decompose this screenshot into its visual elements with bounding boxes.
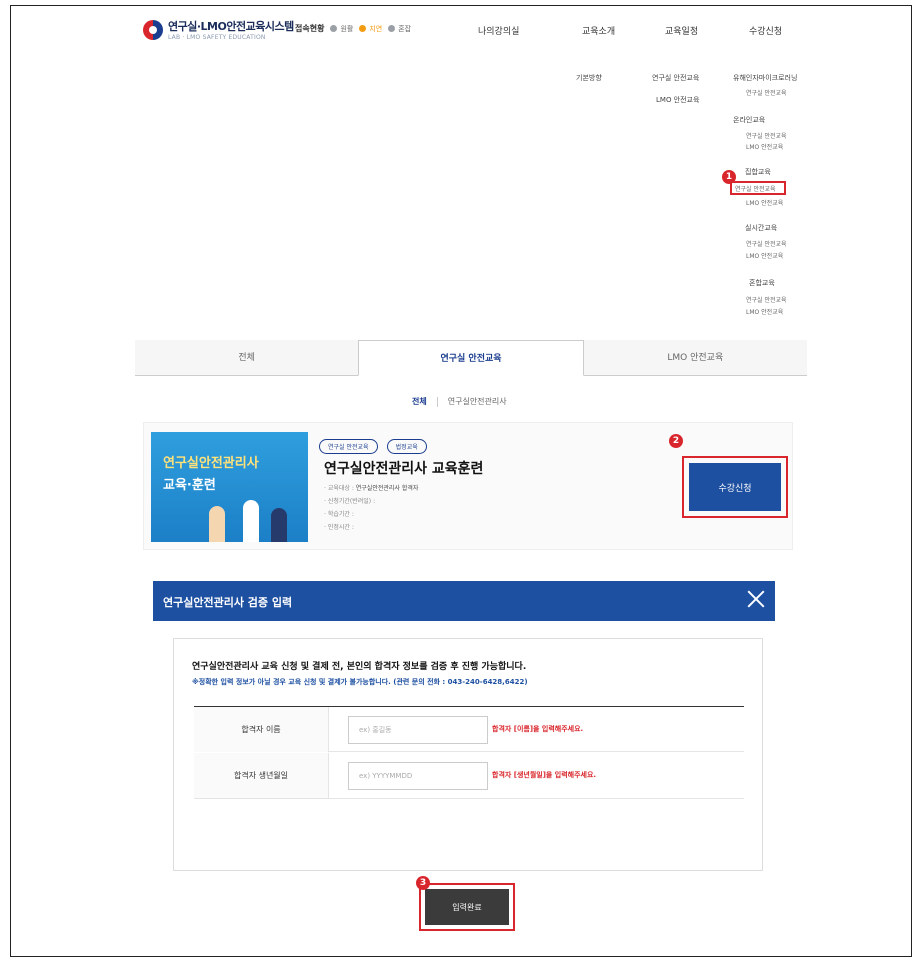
form-notice-sub: ※정확한 입력 정보가 아닐 경우 교육 신청 및 결제가 불가능합니다. (관…	[192, 678, 528, 686]
name-input[interactable]	[348, 716, 488, 744]
birthdate-hint: 합격자 [생년월일]을 입력해주세요.	[492, 771, 597, 779]
modal-title: 연구실안전관리사 검증 입력	[163, 596, 293, 609]
course-meta-hours: · 인정시간 :	[324, 524, 354, 531]
nav-intro[interactable]: 교육소개	[582, 24, 615, 37]
connection-status: 접속현황 원활 지연 혼잡	[295, 23, 417, 34]
site-header: 연구실·LMO안전교육시스템 LAB · LMO SAFETY EDUCATIO…	[135, 14, 807, 54]
dropdown-item-lab-safety[interactable]: 연구실 안전교육	[652, 73, 699, 83]
status-smooth: 원활	[330, 24, 353, 34]
dropdown-subitem[interactable]: LMO 안전교육	[746, 198, 783, 207]
course-card: 연구실안전관리사 교육·훈련 연구실 안전교육 법정교육 연구실안전관리사 교육…	[143, 422, 793, 550]
birthdate-input[interactable]	[348, 762, 488, 790]
dropdown-subitem[interactable]: LMO 안전교육	[746, 142, 783, 151]
step-badge-3: 3	[416, 876, 430, 890]
subtab-safety-manager[interactable]: 연구실안전관리사	[448, 396, 507, 407]
site-logo[interactable]: 연구실·LMO안전교육시스템 LAB · LMO SAFETY EDUCATIO…	[143, 18, 294, 41]
submit-button[interactable]: 입력완료	[425, 889, 509, 925]
status-congested: 혼잡	[388, 24, 411, 34]
nav-my-classroom[interactable]: 나의강의실	[478, 24, 519, 37]
nav-schedule[interactable]: 교육일정	[665, 24, 698, 37]
logo-title: 연구실·LMO안전교육시스템	[168, 20, 294, 33]
verification-form: 연구실안전관리사 교육 신청 및 결제 전, 본인의 합격자 정보를 검증 후 …	[173, 638, 763, 871]
status-dot-icon	[330, 25, 338, 32]
tab-all[interactable]: 전체	[135, 340, 359, 375]
course-meta-target: · 교육대상 : 연구실안전관리사 합격자	[324, 485, 419, 492]
category-tabs: 전체 연구실 안전교육 LMO 안전교육	[135, 340, 807, 376]
thumbnail-title: 연구실안전관리사	[163, 456, 259, 471]
highlight-box-step1	[730, 181, 786, 195]
course-tags: 연구실 안전교육 법정교육	[319, 434, 431, 454]
status-dot-icon	[388, 25, 396, 32]
highlight-box-step3: 입력완료	[419, 883, 515, 931]
subtab-all[interactable]: 전체	[412, 396, 427, 407]
form-row-birthdate: 합격자 생년월일 합격자 [생년월일]을 입력해주세요.	[194, 753, 744, 799]
tag-chip: 연구실 안전교육	[319, 439, 378, 454]
dropdown-group-microlearning[interactable]: 유해인자마이크로러닝	[733, 73, 797, 83]
logo-emblem-icon	[143, 19, 163, 40]
course-title[interactable]: 연구실안전관리사 교육훈련	[324, 458, 483, 478]
illustration-person-icon	[271, 508, 287, 542]
close-icon[interactable]	[745, 588, 767, 610]
name-label: 합격자 이름	[194, 707, 329, 752]
step-badge-2: 2	[669, 434, 683, 448]
form-notice: 연구실안전관리사 교육 신청 및 결제 전, 본인의 합격자 정보를 검증 후 …	[192, 662, 527, 672]
highlight-box-step2: 수강신청	[682, 456, 788, 518]
course-meta-period: · 신청기간(반려일) :	[324, 498, 376, 505]
status-delayed: 지연	[359, 24, 382, 34]
dropdown-item-direction[interactable]: 기본방향	[576, 73, 602, 83]
birthdate-label: 합격자 생년월일	[194, 753, 329, 798]
sub-tabs: 전체 연구실안전관리사	[412, 396, 507, 407]
form-row-name: 합격자 이름 합격자 [이름]을 입력해주세요.	[194, 706, 744, 752]
course-thumbnail: 연구실안전관리사 교육·훈련	[151, 432, 308, 542]
dropdown-group-offline[interactable]: 집합교육	[745, 167, 771, 177]
dropdown-subitem[interactable]: LMO 안전교육	[746, 251, 783, 260]
tag-chip: 법정교육	[386, 439, 427, 454]
logo-subtitle: LAB · LMO SAFETY EDUCATION	[168, 34, 266, 41]
thumbnail-subtitle: 교육·훈련	[163, 478, 216, 493]
step-badge-1: 1	[722, 170, 736, 184]
divider	[436, 396, 438, 407]
nav-registration[interactable]: 수강신청	[749, 24, 782, 37]
status-label: 접속현황	[295, 24, 325, 33]
dropdown-subitem[interactable]: 연구실 안전교육	[746, 239, 787, 248]
dropdown-subitem[interactable]: 연구실 안전교육	[746, 131, 787, 140]
dropdown-subitem[interactable]: 연구실 안전교육	[746, 295, 787, 304]
dropdown-group-blended[interactable]: 혼합교육	[749, 278, 775, 288]
course-meta-study: · 학습기간 :	[324, 511, 354, 518]
modal-header: 연구실안전관리사 검증 입력	[153, 581, 775, 621]
status-dot-icon	[359, 25, 367, 32]
apply-button[interactable]: 수강신청	[689, 463, 781, 511]
tab-lmo-safety[interactable]: LMO 안전교육	[583, 340, 807, 375]
dropdown-subitem[interactable]: 연구실 안전교육	[746, 88, 787, 97]
dropdown-group-realtime[interactable]: 실시간교육	[745, 223, 777, 233]
dropdown-item-lmo-safety[interactable]: LMO 안전교육	[656, 95, 699, 105]
name-hint: 합격자 [이름]을 입력해주세요.	[492, 725, 584, 733]
tab-lab-safety[interactable]: 연구실 안전교육	[358, 340, 584, 376]
dropdown-subitem[interactable]: LMO 안전교육	[746, 307, 783, 316]
illustration-person-icon	[209, 506, 225, 542]
dropdown-group-online[interactable]: 온라인교육	[733, 115, 765, 125]
illustration-person-icon	[243, 500, 259, 542]
